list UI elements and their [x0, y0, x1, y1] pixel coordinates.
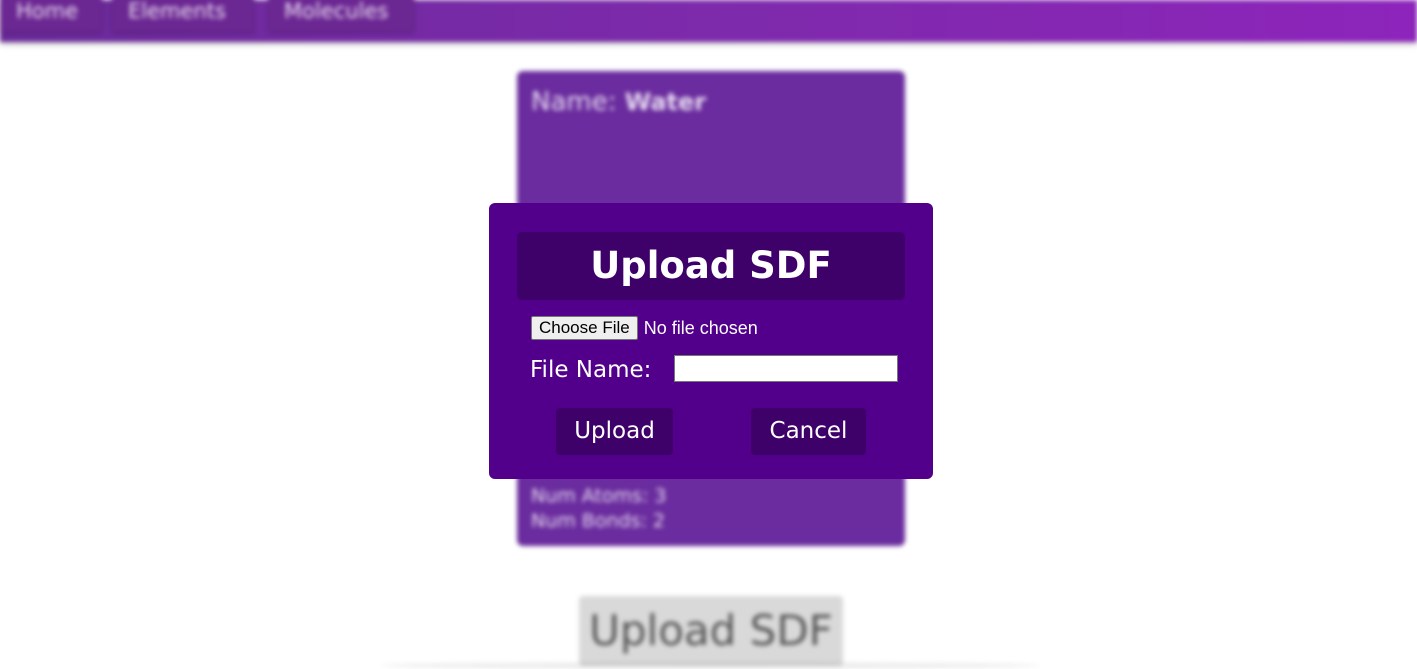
molecule-name-value: Water: [624, 88, 707, 116]
file-name-input[interactable]: [674, 355, 898, 382]
num-bonds-row: Num Bonds: 2: [531, 509, 667, 534]
num-bonds-value: 2: [652, 510, 666, 532]
nav-elements-button[interactable]: Elements: [112, 0, 254, 32]
upload-sdf-modal: Upload SDF Choose File No file chosen Fi…: [489, 203, 933, 479]
num-atoms-label: Num Atoms:: [531, 485, 649, 507]
nav-home-button[interactable]: Home: [0, 0, 102, 32]
page: Home Elements Molecules Name: Water Num …: [0, 0, 1417, 669]
upload-button[interactable]: Upload: [556, 408, 673, 455]
bottom-shadow: [380, 662, 1040, 669]
modal-title: Upload SDF: [517, 232, 905, 300]
file-picker: Choose File No file chosen: [531, 315, 758, 341]
molecule-name-label: Name:: [531, 87, 617, 117]
file-name-label: File Name:: [530, 357, 652, 383]
molecule-name: Name: Water: [531, 87, 706, 117]
num-bonds-label: Num Bonds:: [531, 510, 647, 532]
cancel-button[interactable]: Cancel: [751, 408, 866, 455]
molecule-stats: Num Atoms: 3 Num Bonds: 2: [531, 484, 667, 534]
nav-molecules-button[interactable]: Molecules: [268, 0, 414, 32]
num-atoms-value: 3: [654, 485, 667, 507]
choose-file-button[interactable]: Choose File: [531, 316, 638, 340]
file-status-text: No file chosen: [643, 317, 758, 338]
num-atoms-row: Num Atoms: 3: [531, 484, 667, 509]
upload-sdf-button[interactable]: Upload SDF: [579, 596, 843, 666]
navbar: Home Elements Molecules: [0, 0, 1417, 42]
